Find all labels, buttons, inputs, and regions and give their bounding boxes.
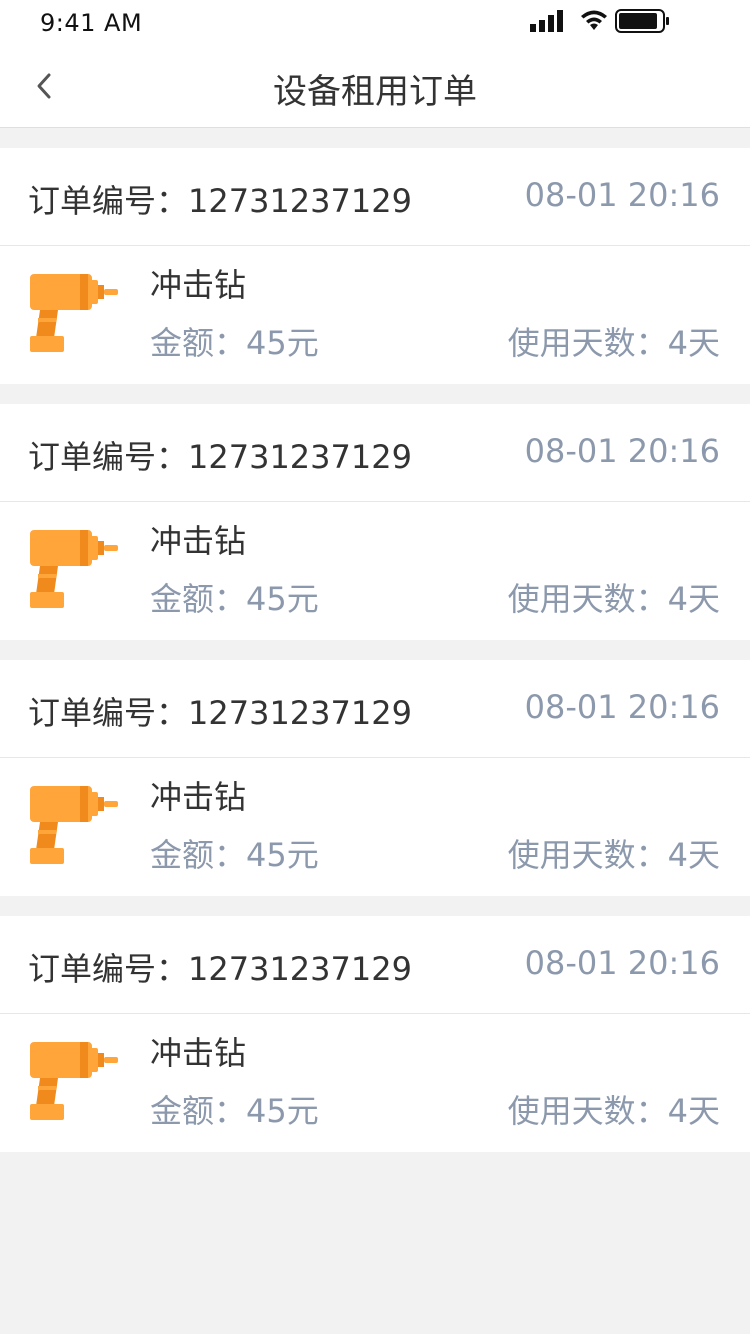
order-card[interactable]: 订单编号：12731237129 08-01 20:16 冲击钻 金额：45元 … xyxy=(0,404,750,640)
item-days: 使用天数：4天 xyxy=(507,836,720,874)
order-header: 订单编号：12731237129 08-01 20:16 xyxy=(0,148,750,246)
nav-bar: 设备租用订单 xyxy=(0,44,750,128)
status-bar: 9:41 AM xyxy=(0,0,750,44)
status-time: 9:41 AM xyxy=(40,9,143,37)
item-amount: 金额：45元 xyxy=(150,836,319,874)
order-number: 订单编号：12731237129 xyxy=(28,182,412,220)
order-number: 订单编号：12731237129 xyxy=(28,438,412,476)
order-list: 订单编号：12731237129 08-01 20:16 冲击钻 金额：45元 … xyxy=(0,148,750,1172)
item-name: 冲击钻 xyxy=(150,266,247,304)
wifi-icon xyxy=(581,10,607,30)
item-amount: 金额：45元 xyxy=(150,1092,319,1130)
order-card[interactable]: 订单编号：12731237129 08-01 20:16 冲击钻 金额：45元 … xyxy=(0,660,750,896)
battery-icon xyxy=(615,9,669,33)
order-header: 订单编号：12731237129 08-01 20:16 xyxy=(0,660,750,758)
item-name: 冲击钻 xyxy=(150,522,247,560)
order-body: 冲击钻 金额：45元 使用天数：4天 xyxy=(0,1014,750,1151)
order-time: 08-01 20:16 xyxy=(524,432,720,470)
drill-icon xyxy=(30,530,118,608)
order-time: 08-01 20:16 xyxy=(524,944,720,982)
drill-icon xyxy=(30,274,118,352)
order-time: 08-01 20:16 xyxy=(524,688,720,726)
page-title: 设备租用订单 xyxy=(273,72,477,112)
item-days: 使用天数：4天 xyxy=(507,324,720,362)
item-amount: 金额：45元 xyxy=(150,324,319,362)
order-time: 08-01 20:16 xyxy=(524,176,720,214)
drill-icon xyxy=(30,786,118,864)
signal-icon xyxy=(530,10,563,32)
item-name: 冲击钻 xyxy=(150,1034,247,1072)
order-body: 冲击钻 金额：45元 使用天数：4天 xyxy=(0,246,750,383)
order-number: 订单编号：12731237129 xyxy=(28,694,412,732)
order-body: 冲击钻 金额：45元 使用天数：4天 xyxy=(0,758,750,895)
order-card[interactable]: 订单编号：12731237129 08-01 20:16 冲击钻 金额：45元 … xyxy=(0,916,750,1152)
order-header: 订单编号：12731237129 08-01 20:16 xyxy=(0,404,750,502)
item-days: 使用天数：4天 xyxy=(507,580,720,618)
order-number: 订单编号：12731237129 xyxy=(28,950,412,988)
order-card[interactable]: 订单编号：12731237129 08-01 20:16 冲击钻 金额：45元 … xyxy=(0,148,750,384)
drill-icon xyxy=(30,1042,118,1120)
item-amount: 金额：45元 xyxy=(150,580,319,618)
item-name: 冲击钻 xyxy=(150,778,247,816)
order-body: 冲击钻 金额：45元 使用天数：4天 xyxy=(0,502,750,639)
item-days: 使用天数：4天 xyxy=(507,1092,720,1130)
order-header: 订单编号：12731237129 08-01 20:16 xyxy=(0,916,750,1014)
